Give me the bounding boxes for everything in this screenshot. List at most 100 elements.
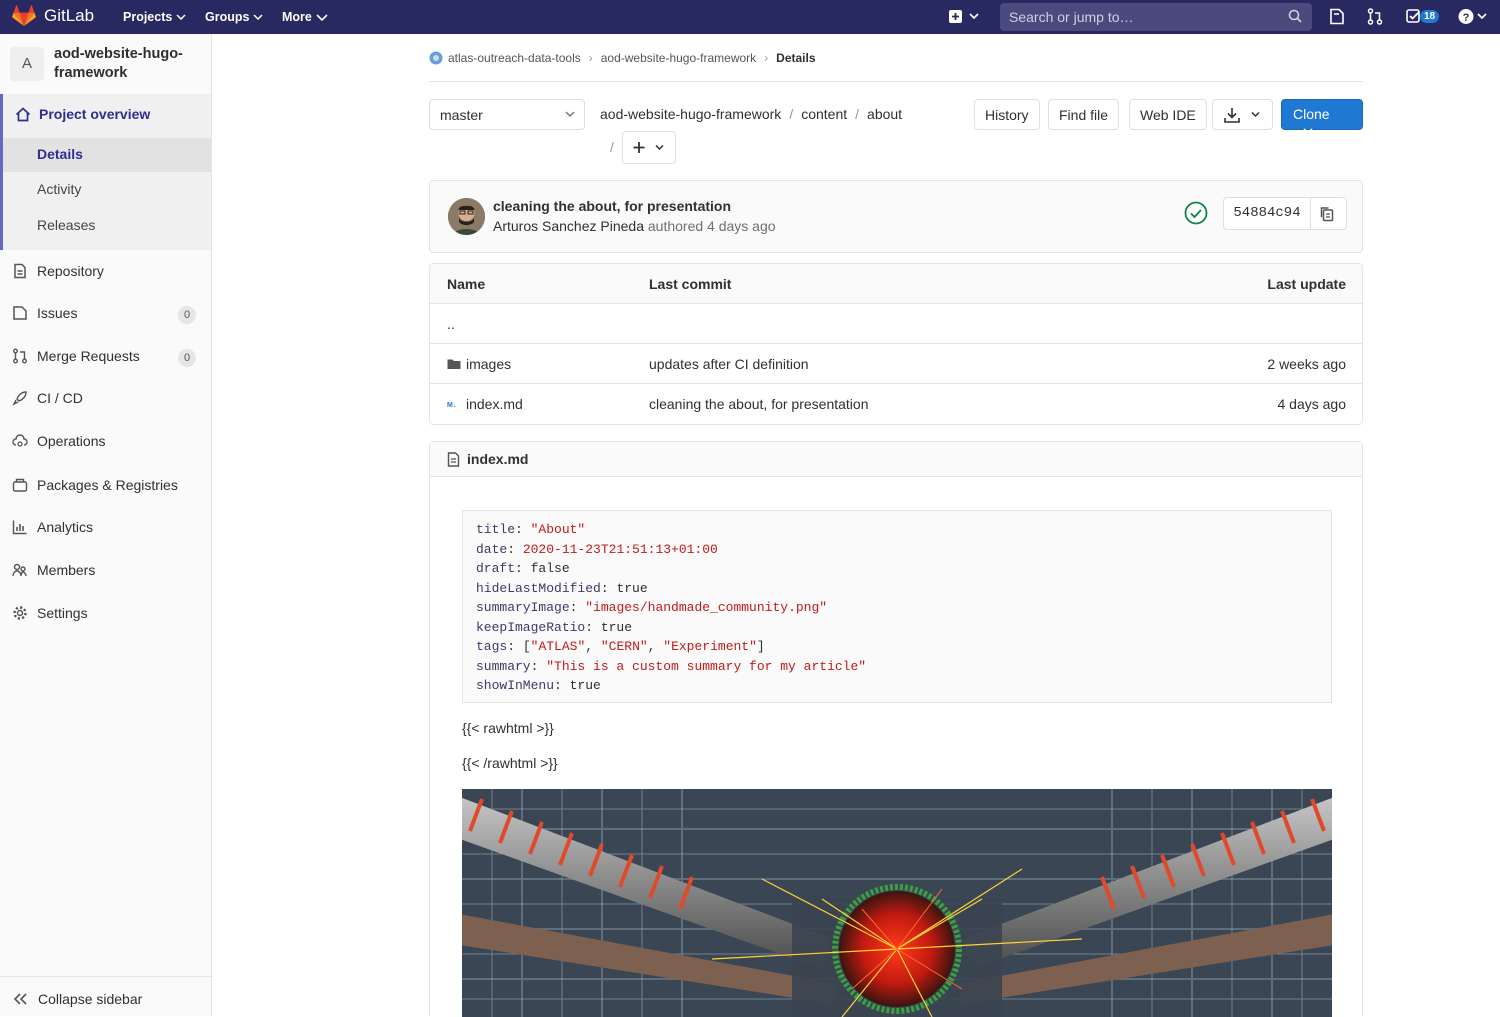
gitlab-logo[interactable]: GitLab	[12, 5, 94, 27]
nav-more-label: More	[282, 10, 312, 24]
path-segment[interactable]: aod-website-hugo-framework	[600, 106, 781, 122]
nav-projects-label: Projects	[123, 10, 173, 24]
sidebar-item-issues[interactable]: Issues	[12, 305, 77, 321]
sidebar-item-members[interactable]: Members	[12, 562, 95, 578]
issues-icon	[13, 306, 27, 320]
copy-icon[interactable]	[1320, 206, 1334, 222]
code-key: summary	[476, 658, 531, 674]
collapse-sidebar-label: Collapse sidebar	[38, 991, 143, 1007]
sidebar-item-merge-requests[interactable]: Merge Requests	[12, 348, 140, 364]
sidebar-item-label: Operations	[37, 433, 106, 449]
gitlab-tanuki-icon	[12, 5, 36, 26]
sidebar-item-label: Packages & Registries	[37, 477, 178, 493]
collapse-sidebar-button[interactable]: Collapse sidebar	[0, 976, 211, 1016]
code-key: date	[476, 541, 508, 557]
nav-groups[interactable]: Groups	[205, 10, 263, 24]
folder-icon	[447, 359, 461, 369]
sidebar-item-project-overview[interactable]: Project overview	[15, 106, 150, 122]
sidebar-item-settings[interactable]: Settings	[12, 605, 88, 621]
code-token: ,	[585, 639, 601, 654]
sidebar-item-operations[interactable]: Operations	[12, 433, 105, 449]
chevron-down-icon	[565, 111, 575, 117]
sidebar-item-label: Settings	[37, 605, 88, 621]
code-value: true	[569, 678, 601, 693]
readme-filename-label: index.md	[467, 451, 529, 467]
issues-nav-button[interactable]	[1329, 8, 1345, 28]
svg-text:?: ?	[1463, 12, 1470, 24]
search-input[interactable]: Search or jump to…	[1000, 3, 1312, 31]
column-header-last-commit: Last commit	[649, 276, 732, 292]
merge-request-icon	[13, 348, 27, 364]
table-row-parent[interactable]: ..	[430, 304, 1362, 344]
branch-selector[interactable]: master	[429, 99, 585, 130]
commit-author[interactable]: Arturos Sanchez Pineda	[493, 218, 644, 234]
table-row[interactable]: M↓ index.md cleaning the about, for pres…	[430, 384, 1362, 424]
commit-sha[interactable]: 54884c94	[1224, 198, 1311, 229]
new-item-dropdown[interactable]	[948, 9, 984, 28]
sidebar-item-ci-cd[interactable]: CI / CD	[12, 390, 83, 406]
breadcrumb-current[interactable]: Details	[776, 51, 815, 65]
sidebar-subitem-details[interactable]: Details	[37, 146, 83, 162]
add-file-dropdown[interactable]	[622, 131, 676, 164]
sidebar-active-highlight	[3, 138, 211, 172]
breadcrumb-group[interactable]: atlas-outreach-data-tools	[448, 51, 581, 65]
pipeline-status[interactable]	[1184, 201, 1208, 228]
chevron-down-icon	[316, 13, 328, 21]
file-name-cell[interactable]: M↓ index.md	[447, 396, 523, 412]
table-row[interactable]: images updates after CI definition 2 wee…	[430, 344, 1362, 384]
code-token: "ATLAS"	[530, 639, 586, 654]
file-name-cell[interactable]: images	[447, 356, 511, 372]
find-file-button[interactable]: Find file	[1048, 99, 1120, 130]
readme-filename[interactable]: index.md	[447, 451, 528, 467]
sidebar-subitem-releases[interactable]: Releases	[37, 217, 95, 233]
markdown-icon: M↓	[447, 402, 456, 409]
breadcrumb: atlas-outreach-data-tools › aod-website-…	[429, 51, 816, 65]
rawhtml-close-text: {{< /rawhtml >}}	[462, 755, 558, 771]
author-avatar[interactable]	[448, 198, 485, 235]
project-name-line2: framework	[54, 65, 128, 81]
commit-authored-time: authored 4 days ago	[647, 218, 776, 234]
code-line: title: "About"	[476, 522, 586, 537]
sidebar-project-header[interactable]: A aod-website-hugo-framework	[0, 34, 211, 94]
path-segment[interactable]: content	[801, 106, 847, 122]
commit-author-line: Arturos Sanchez Pineda authored 4 days a…	[493, 218, 776, 234]
file-path-breadcrumb: aod-website-hugo-framework / content / a…	[600, 106, 902, 122]
search-icon	[1288, 9, 1302, 23]
download-dropdown[interactable]	[1212, 99, 1273, 130]
file-name: images	[466, 356, 512, 372]
code-key: summaryImage	[476, 600, 570, 615]
nav-projects[interactable]: Projects	[123, 10, 186, 24]
help-dropdown[interactable]: ?	[1458, 8, 1490, 28]
chevron-down-icon	[253, 14, 263, 20]
web-ide-button[interactable]: Web IDE	[1129, 99, 1207, 130]
clone-dropdown-button[interactable]: Clone	[1281, 99, 1363, 135]
file-last-commit[interactable]: cleaning the about, for presentation	[649, 396, 869, 412]
history-button[interactable]: History	[974, 99, 1040, 130]
front-matter-code-block: title: "About" date: 2020-11-23T21:51:13…	[462, 510, 1332, 703]
sidebar-item-analytics[interactable]: Analytics	[12, 519, 93, 535]
path-separator: /	[610, 139, 614, 155]
download-icon	[1224, 108, 1260, 123]
commit-title[interactable]: cleaning the about, for presentation	[493, 198, 731, 214]
double-chevron-left-icon	[13, 993, 27, 1005]
merge-requests-nav-button[interactable]	[1367, 8, 1383, 28]
sidebar-item-packages-registries[interactable]: Packages & Registries	[12, 477, 178, 493]
branch-name: master	[440, 107, 483, 123]
code-token: [	[522, 639, 531, 654]
status-success-icon	[1184, 201, 1208, 225]
file-last-commit[interactable]: updates after CI definition	[649, 356, 809, 372]
plus-square-icon	[949, 10, 979, 23]
clone-label: Clone	[1293, 106, 1330, 122]
sidebar-subitem-activity[interactable]: Activity	[37, 181, 81, 197]
code-line: draft: false	[476, 561, 570, 576]
divider	[429, 81, 1363, 82]
parent-directory-link[interactable]: ..	[447, 316, 455, 332]
users-icon	[12, 563, 27, 577]
atlas-detector-illustration	[462, 789, 1332, 1017]
path-segment[interactable]: about	[867, 106, 902, 122]
breadcrumb-project[interactable]: aod-website-hugo-framework	[601, 51, 756, 65]
sidebar-item-repository[interactable]: Repository	[12, 263, 104, 279]
nav-more[interactable]: More	[282, 10, 328, 24]
code-key: tags	[476, 639, 508, 654]
file-last-update: 2 weeks ago	[1267, 356, 1346, 372]
